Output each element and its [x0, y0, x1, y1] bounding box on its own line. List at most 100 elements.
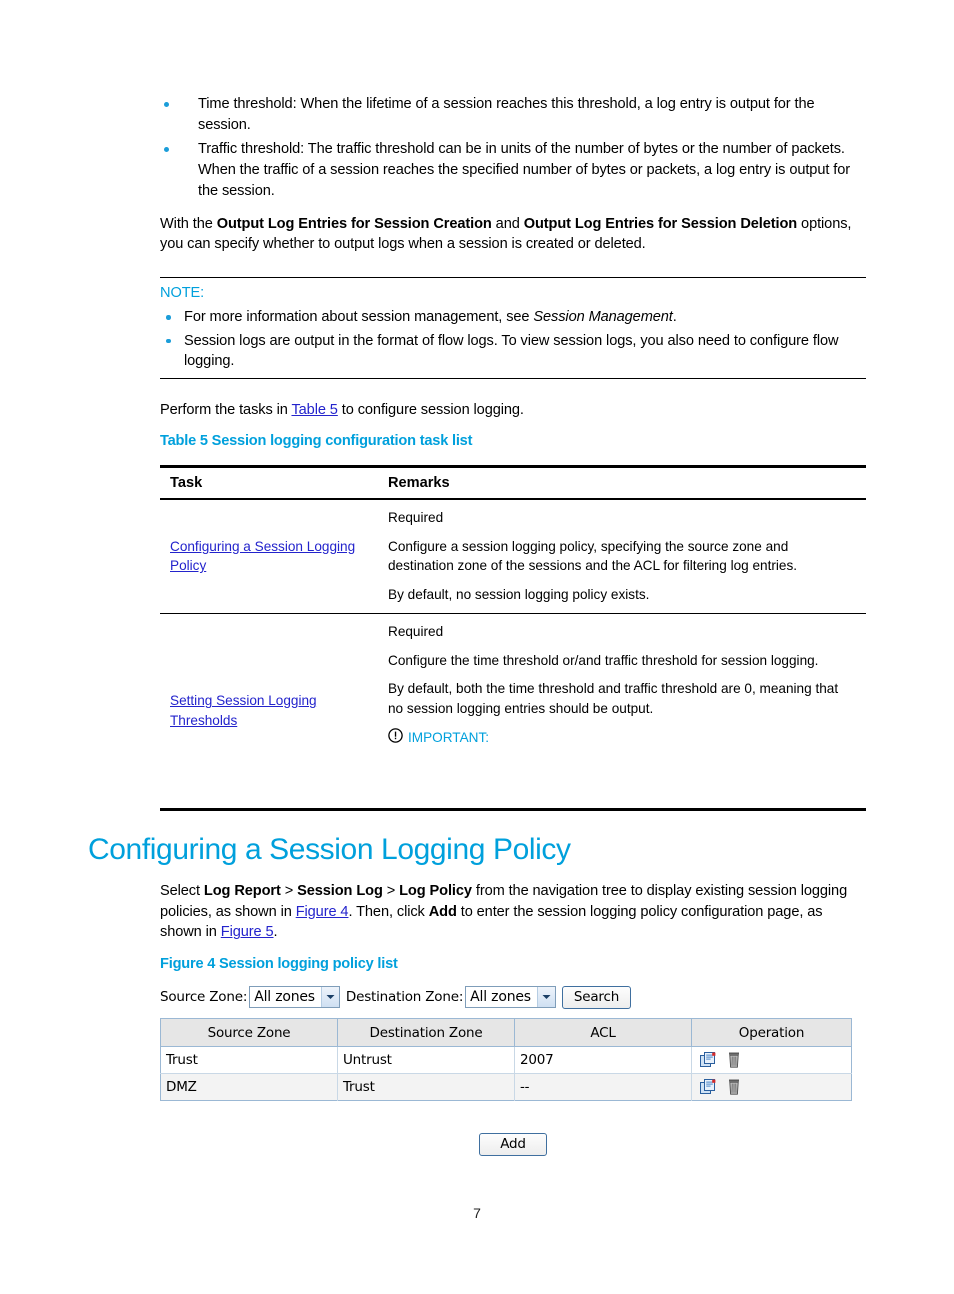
link-table-5[interactable]: Table 5 [291, 402, 337, 418]
paragraph-text: Perform the tasks in [160, 402, 292, 418]
table-header-row: Task Remarks [160, 465, 866, 500]
exclamation-circle-icon [388, 727, 403, 749]
edit-icon[interactable] [700, 1079, 717, 1095]
paragraph: Select Log Report > Session Log > Log Po… [160, 881, 866, 943]
nav-separator: > [280, 883, 298, 899]
bullet-lead: Traffic threshold: [198, 141, 305, 158]
remarks-cell: Required Configure a session logging pol… [378, 499, 866, 614]
table-5: Task Remarks Configuring a Session Loggi… [160, 465, 866, 812]
destination-zone-select[interactable]: All zones [465, 986, 556, 1008]
page-title: Configuring a Session Logging Policy [88, 833, 571, 866]
paragraph-text: and [491, 215, 524, 232]
table-row: Configuring a Session Logging Policy Req… [160, 499, 866, 614]
remark-line: Required [388, 623, 444, 639]
intro-content: Time threshold: When the lifetime of a s… [160, 94, 866, 255]
list-item: Time threshold: When the lifetime of a s… [160, 94, 866, 135]
link-figure-5[interactable]: Figure 5 [221, 924, 274, 940]
important-label: IMPORTANT: [408, 730, 490, 746]
source-zone-select[interactable]: All zones [249, 986, 340, 1008]
column-header-remarks: Remarks [378, 465, 866, 500]
paragraph: Perform the tasks in Table 5 to configur… [160, 400, 866, 421]
note-top-rule [160, 277, 866, 278]
column-header-operation: Operation [691, 1018, 852, 1047]
cell-destination-zone: Trust [337, 1073, 515, 1101]
paragraph-text: . [273, 924, 278, 941]
edit-icon[interactable] [700, 1052, 717, 1068]
source-zone-label: Source Zone: [160, 989, 248, 1005]
remark-line: Configure a session logging policy, spec… [388, 538, 798, 574]
remark-line: Required [388, 510, 444, 525]
remarks-spacer [388, 748, 856, 800]
intro-bullet-list: Time threshold: When the lifetime of a s… [160, 94, 866, 202]
paragraph-text: . Then, click [348, 903, 429, 920]
cell-acl: -- [514, 1073, 692, 1101]
caption-text: Table 5 Session logging configuration ta… [160, 433, 473, 449]
note-text: Session logs are output in the format of… [184, 332, 839, 370]
section-intro-paragraph: Select Log Report > Session Log > Log Po… [160, 881, 866, 943]
remark-line: By default, both the time threshold and … [388, 681, 839, 716]
chevron-down-icon[interactable] [536, 987, 555, 1007]
session-logging-policy-table: Source Zone Destination Zone ACL Operati… [160, 1018, 852, 1101]
nav-log-report: Log Report [203, 883, 281, 899]
note-text: For more information about session manag… [184, 309, 534, 325]
column-header-task: Task [160, 465, 378, 500]
note-reference: Session Management [533, 309, 673, 325]
cell-operation [691, 1073, 852, 1101]
nav-session-log: Session Log [297, 883, 383, 899]
table-row: Setting Session Logging Thresholds Requi… [160, 613, 866, 812]
note-label: NOTE: [160, 285, 205, 301]
delete-icon[interactable] [728, 1052, 740, 1068]
note-bottom-rule [160, 378, 866, 380]
nav-separator: > [382, 883, 400, 899]
add-button[interactable]: Add [479, 1133, 547, 1156]
page-number: 7 [473, 1205, 481, 1221]
intro-paragraph: With the Output Log Entries for Session … [160, 214, 866, 255]
link-figure-4[interactable]: Figure 4 [296, 904, 349, 920]
remark-line: By default, no session logging policy ex… [388, 587, 650, 603]
table-row: DMZ Trust -- [160, 1073, 852, 1101]
list-item: Session logs are output in the format of… [160, 331, 866, 372]
cell-destination-zone: Untrust [337, 1046, 515, 1074]
source-zone-value: All zones [254, 989, 315, 1005]
task-cell: Configuring a Session Logging Policy [160, 499, 378, 614]
destination-zone-value: All zones [470, 989, 531, 1005]
task-cell: Setting Session Logging Thresholds [160, 613, 378, 812]
add-button-row: Add [160, 1133, 866, 1156]
remarks-cell: Required Configure the time threshold or… [378, 613, 866, 812]
note-callout: NOTE: For more information about session… [160, 277, 866, 380]
list-item: For more information about session manag… [160, 307, 866, 328]
link-configuring-session-logging-policy[interactable]: Configuring a Session Logging Policy [170, 539, 355, 574]
document-page: Time threshold: When the lifetime of a s… [0, 0, 954, 1294]
link-setting-session-logging-thresholds[interactable]: Setting Session Logging Thresholds [170, 693, 317, 728]
bullet-lead: Time threshold: [198, 96, 297, 112]
add-button-reference: Add [428, 903, 457, 920]
figure-4-caption: Figure 4 Session logging policy list [160, 955, 398, 973]
chevron-down-icon[interactable] [320, 987, 339, 1007]
table-row: Trust Untrust 2007 [160, 1046, 852, 1074]
remark-line: Configure the time threshold or/and traf… [388, 652, 819, 668]
paragraph-text: With the [160, 215, 217, 232]
important-callout: IMPORTANT: [388, 727, 856, 749]
cell-source-zone: Trust [160, 1046, 338, 1074]
delete-icon[interactable] [728, 1079, 740, 1095]
column-header-acl: ACL [514, 1018, 692, 1047]
note-text-tail: . [672, 309, 677, 325]
option-name-creation: Output Log Entries for Session Creation [216, 215, 492, 232]
column-header-source-zone: Source Zone [160, 1018, 338, 1047]
task-list-table: Task Remarks Configuring a Session Loggi… [160, 465, 866, 812]
table-5-caption: Table 5 Session logging configuration ta… [160, 432, 472, 450]
nav-log-policy: Log Policy [399, 883, 472, 899]
cell-acl: 2007 [514, 1046, 692, 1074]
table-header-row: Source Zone Destination Zone ACL Operati… [160, 1018, 852, 1047]
destination-zone-label: Destination Zone: [345, 989, 464, 1005]
paragraph-text: to configure session logging. [337, 402, 524, 418]
list-item: Traffic threshold: The traffic threshold… [160, 139, 866, 201]
option-name-deletion: Output Log Entries for Session Deletion [523, 215, 798, 232]
cell-source-zone: DMZ [160, 1073, 338, 1101]
caption-text: Figure 4 Session logging policy list [160, 956, 398, 972]
search-button[interactable]: Search [561, 985, 632, 1009]
operation-icon-group [700, 1079, 851, 1095]
filter-bar: Source Zone: All zones Destination Zone:… [160, 984, 866, 1010]
column-header-destination-zone: Destination Zone [337, 1018, 515, 1047]
cell-operation [691, 1046, 852, 1074]
